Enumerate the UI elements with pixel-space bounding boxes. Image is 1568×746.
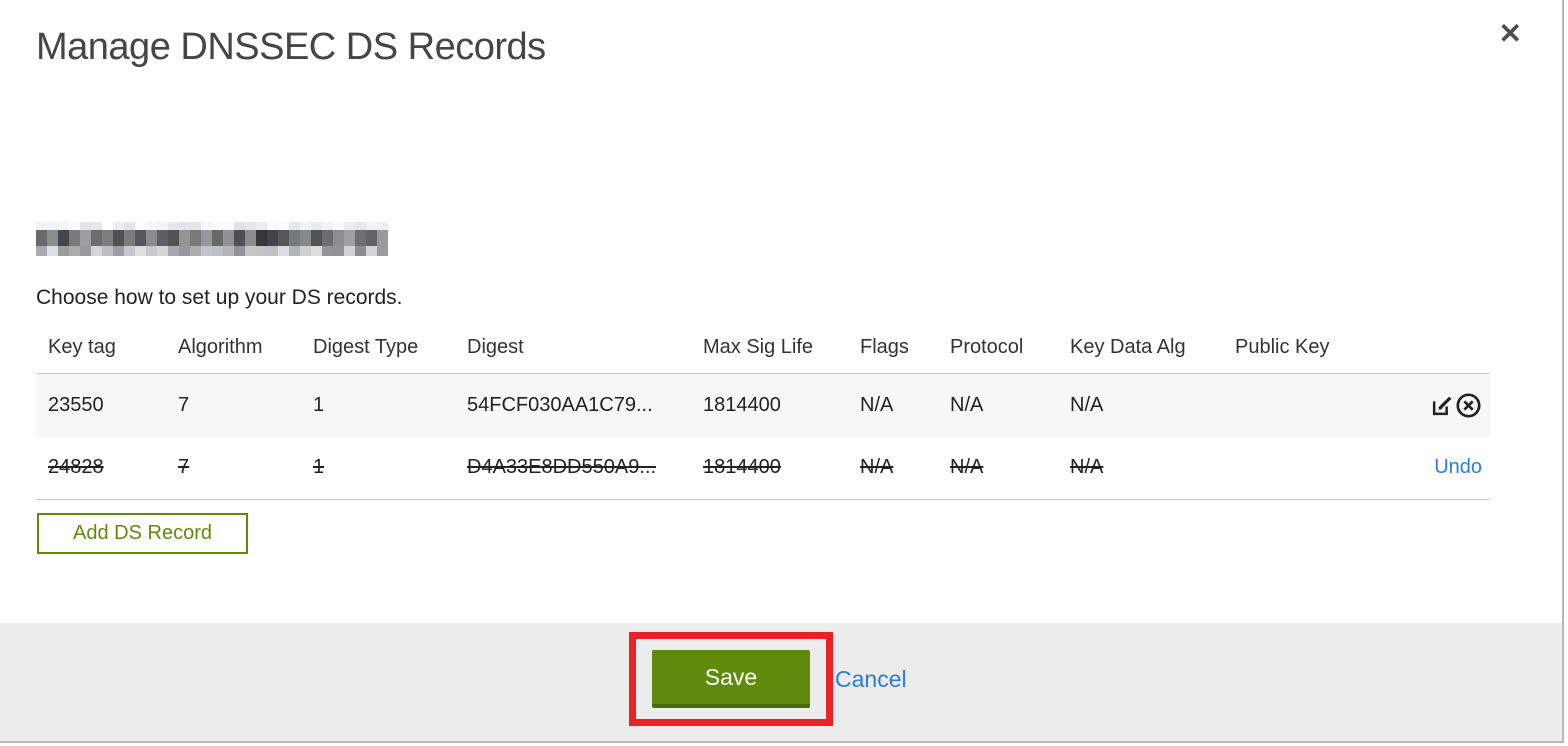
instruction-text: Choose how to set up your DS records. [36,286,403,309]
table-row-deleted: 24828 7 1 D4A33E8DD550A9... 1814400 N/A … [36,436,1490,500]
col-flags: Flags [848,328,938,374]
footer-actions: Save Cancel [629,632,907,726]
cancel-link[interactable]: Cancel [835,666,907,693]
add-ds-record-button[interactable]: Add DS Record [37,513,248,554]
protocol-value: N/A [950,456,984,479]
table-header-row: Key tag Algorithm Digest Type Digest Max… [36,328,1490,374]
algorithm-value: 7 [178,456,190,479]
manage-dnssec-modal: Manage DNSSEC DS Records ✕ Choose how to… [0,0,1564,743]
col-key-tag: Key tag [36,328,166,374]
algorithm-value: 7 [178,393,190,416]
key-data-alg-value: N/A [1070,456,1104,479]
col-digest: Digest [455,328,691,374]
delete-record-button[interactable] [1455,392,1482,419]
modal-footer: Save Cancel [0,623,1562,741]
col-protocol: Protocol [938,328,1058,374]
col-key-data-alg: Key Data Alg [1058,328,1223,374]
key-tag-value: 23550 [48,393,104,416]
col-public-key: Public Key [1223,328,1353,374]
digest-type-value: 1 [313,393,325,416]
flags-value: N/A [860,393,894,416]
flags-value: N/A [860,456,894,479]
ds-records-table: Key tag Algorithm Digest Type Digest Max… [36,328,1490,500]
col-actions [1353,328,1490,374]
digest-value: D4A33E8DD550A9... [467,456,657,479]
digest-type-value: 1 [313,456,325,479]
max-sig-life-value: 1814400 [703,456,781,479]
annotation-highlight: Save [629,632,833,726]
key-tag-value: 24828 [48,456,104,479]
max-sig-life-value: 1814400 [703,393,781,416]
table-row: 23550 7 1 54FCF030AA1C79... 1814400 N/A … [36,373,1490,437]
edit-record-button[interactable] [1430,393,1455,418]
edit-icon [1430,396,1455,421]
protocol-value: N/A [950,393,984,416]
col-digest-type: Digest Type [301,328,455,374]
digest-value: 54FCF030AA1C79... [467,393,653,416]
col-algorithm: Algorithm [166,328,301,374]
save-button[interactable]: Save [652,650,810,708]
close-icon[interactable]: ✕ [1499,20,1522,48]
col-max-sig-life: Max Sig Life [691,328,848,374]
delete-icon [1455,393,1482,422]
key-data-alg-value: N/A [1070,393,1104,416]
redacted-domain-name [36,222,388,256]
undo-link[interactable]: Undo [1434,456,1482,478]
page-title: Manage DNSSEC DS Records [36,26,546,68]
